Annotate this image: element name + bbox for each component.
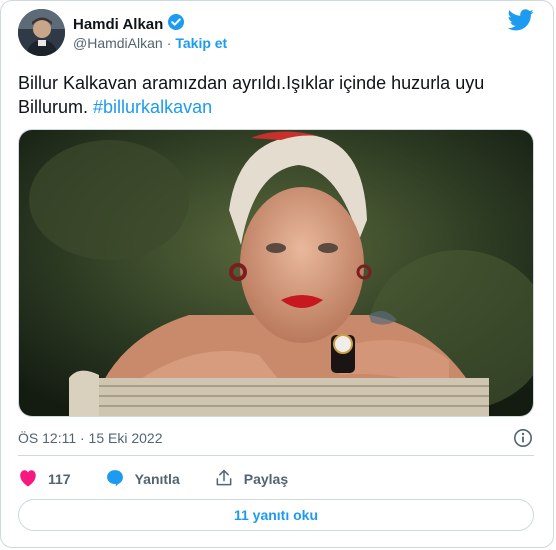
read-replies-label: 11 yanıtı oku	[233, 507, 319, 523]
share-label: Paylaş	[243, 471, 289, 487]
handle-row: @HamdiAlkan · Takip et	[73, 35, 227, 51]
hashtag-link[interactable]: #billurkalkavan	[93, 97, 212, 117]
tweet-timestamp[interactable]: ÖS 12:11 · 15 Eki 2022	[18, 430, 163, 446]
like-button[interactable]: 117	[18, 469, 71, 490]
divider	[18, 455, 534, 456]
author-name[interactable]: Hamdi Alkan	[73, 16, 163, 33]
twitter-bird-icon[interactable]	[507, 9, 534, 31]
reply-bubble-icon	[105, 468, 125, 491]
tweet-text: Billur Kalkavan aramızdan ayrıldı.Işıkla…	[18, 71, 538, 119]
tweet-body: Billur Kalkavan aramızdan ayrıldı.Işıkla…	[18, 73, 485, 117]
follow-button[interactable]: Takip et	[175, 35, 227, 51]
avatar[interactable]	[18, 9, 65, 56]
reply-button[interactable]: Yanıtla	[105, 468, 180, 491]
action-bar: 117 Yanıtla Paylaş	[18, 467, 322, 491]
like-count: 117	[48, 471, 71, 487]
separator-dot: ·	[166, 35, 172, 51]
read-replies-button[interactable]: 11 yanıtı oku	[18, 499, 534, 531]
reply-label: Yanıtla	[134, 471, 180, 487]
share-button[interactable]: Paylaş	[214, 468, 288, 491]
share-icon	[214, 468, 234, 491]
tweet-card: Hamdi Alkan @HamdiAlkan · Takip et Billu…	[0, 0, 554, 548]
info-icon[interactable]	[513, 428, 533, 448]
tweet-photo[interactable]	[18, 129, 534, 417]
author-name-row: Hamdi Alkan	[73, 13, 185, 36]
verified-badge-icon	[167, 13, 185, 36]
heart-icon	[18, 469, 38, 490]
author-handle[interactable]: @HamdiAlkan	[73, 35, 163, 51]
